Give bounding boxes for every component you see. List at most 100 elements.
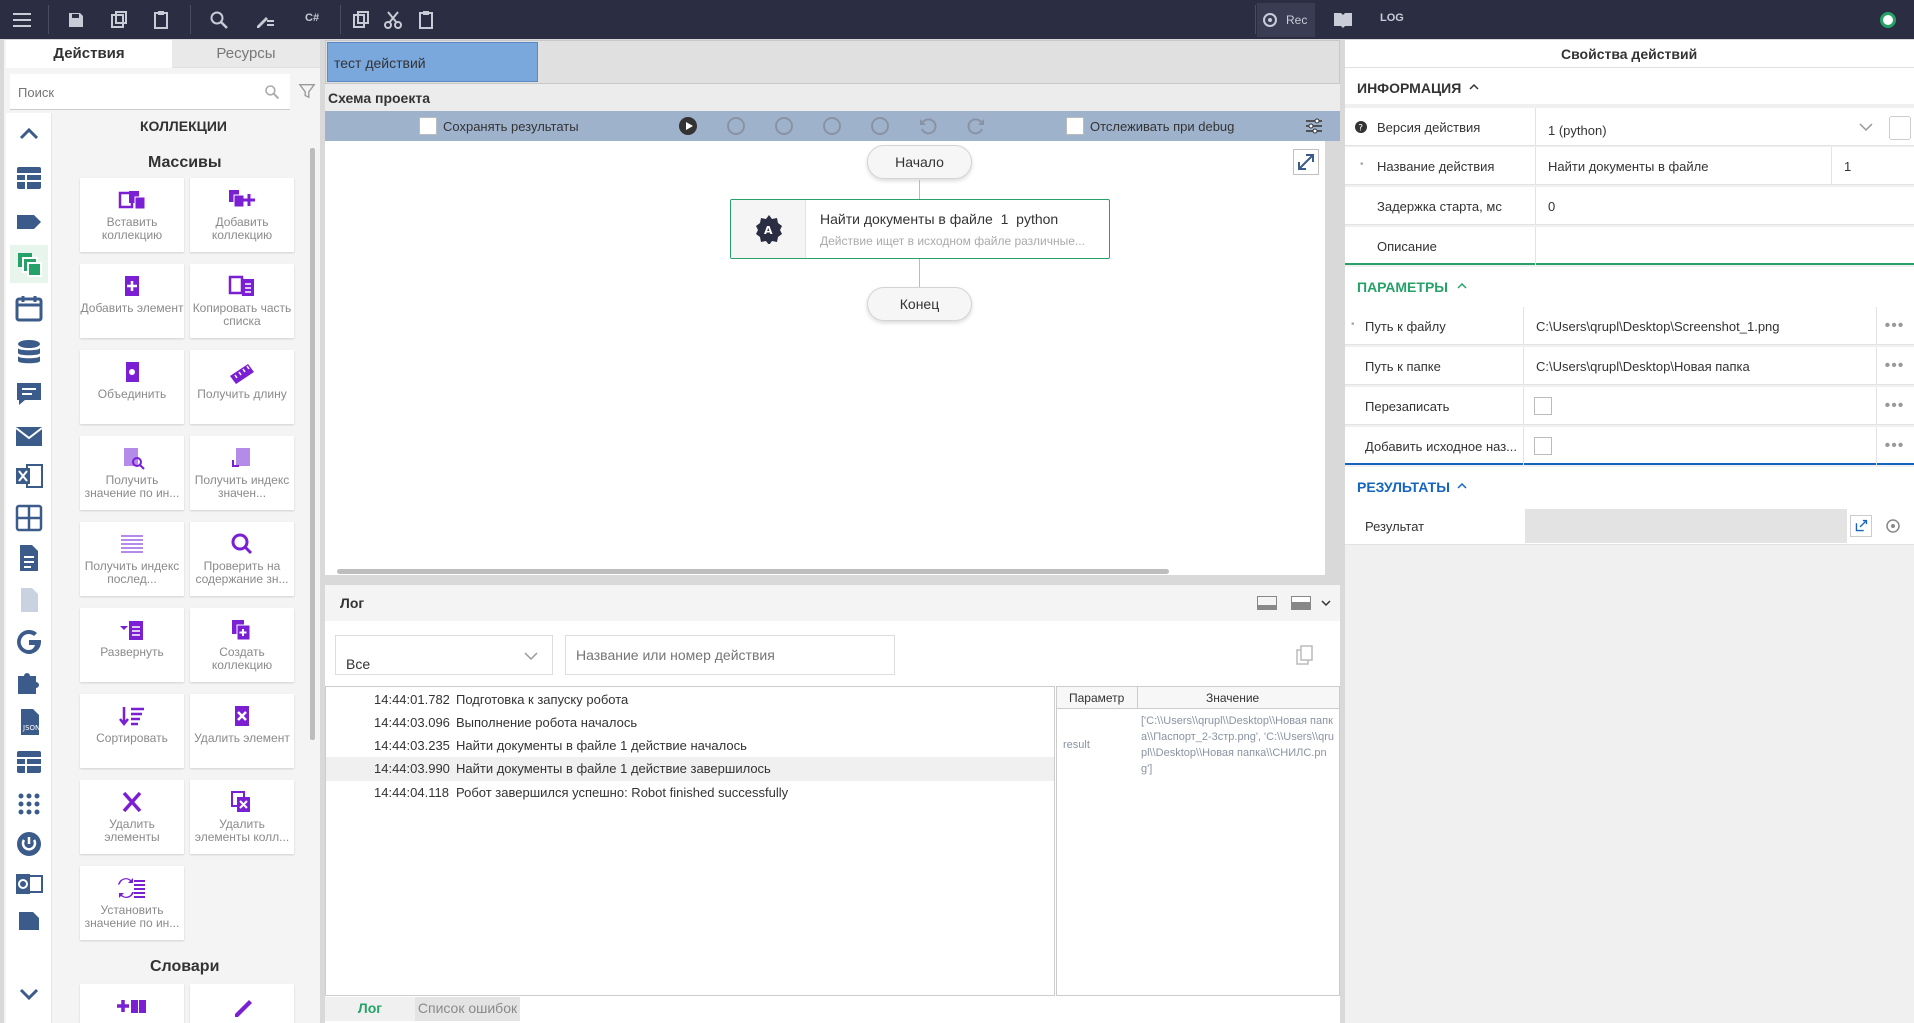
- search-input[interactable]: [18, 82, 248, 102]
- redo-icon[interactable]: [967, 117, 985, 135]
- database-category-icon[interactable]: [10, 333, 48, 371]
- action-node[interactable]: A Найти документы в файле 1 python Дейст…: [730, 199, 1110, 259]
- track-debug-checkbox[interactable]: [1066, 117, 1084, 135]
- action-set-value-by-index[interactable]: Установить значение по ин...: [80, 866, 184, 940]
- scrollbar[interactable]: [310, 148, 315, 740]
- layout-single-icon[interactable]: [1257, 596, 1277, 610]
- pause-icon[interactable]: [727, 117, 745, 135]
- more-icon[interactable]: •••: [1876, 307, 1912, 345]
- overwrite-checkbox[interactable]: [1534, 397, 1552, 415]
- google-category-icon[interactable]: [10, 623, 48, 661]
- minus-icon[interactable]: [823, 117, 841, 135]
- results-section-header[interactable]: РЕЗУЛЬТАТЫ: [1357, 479, 1450, 495]
- outlook-category-icon[interactable]: [10, 865, 48, 903]
- result-open-icon[interactable]: [1850, 515, 1872, 537]
- info-section-header[interactable]: ИНФОРМАЦИЯ: [1357, 80, 1461, 96]
- play-icon[interactable]: [679, 117, 697, 135]
- message-category-icon[interactable]: [10, 375, 48, 413]
- calendar-category-icon[interactable]: [10, 289, 48, 327]
- save-as-icon[interactable]: [106, 7, 132, 33]
- folder-path-input[interactable]: C:\Users\qrupl\Desktop\Новая папка: [1523, 347, 1876, 385]
- copy-icon[interactable]: [348, 7, 374, 33]
- chevron-down-icon[interactable]: [10, 975, 48, 1013]
- undo-icon[interactable]: [919, 117, 937, 135]
- start-node[interactable]: Начало: [867, 145, 972, 179]
- description-input[interactable]: [1535, 227, 1914, 265]
- search-icon[interactable]: [264, 84, 280, 100]
- action-dict-edit[interactable]: [190, 984, 294, 1023]
- more-icon[interactable]: •••: [1876, 347, 1912, 385]
- expand-icon[interactable]: [1293, 149, 1319, 175]
- action-check-contains[interactable]: Проверить на содержание зн...: [190, 522, 294, 596]
- action-delete-elements[interactable]: Удалить элементы: [80, 780, 184, 854]
- action-dict-add[interactable]: [80, 984, 184, 1023]
- clipboard-icon[interactable]: [148, 7, 174, 33]
- dots-category-icon[interactable]: [10, 785, 48, 823]
- table-category-icon[interactable]: [10, 159, 48, 197]
- action-get-index-of-value[interactable]: Получить индекс значен...: [190, 436, 294, 510]
- log-button[interactable]: LOG: [1380, 12, 1404, 24]
- action-insert-collection[interactable]: Вставить коллекцию: [80, 178, 184, 252]
- save-results-checkbox[interactable]: [419, 117, 437, 135]
- copy-log-icon[interactable]: [1296, 645, 1314, 665]
- mail-category-icon[interactable]: [10, 417, 48, 455]
- action-merge[interactable]: Объединить: [80, 350, 184, 424]
- more-icon[interactable]: •••: [1876, 427, 1912, 465]
- action-add-collection[interactable]: Добавить коллекцию: [190, 178, 294, 252]
- action-create-collection[interactable]: Создать коллекцию: [190, 608, 294, 682]
- record-button[interactable]: Rec: [1257, 3, 1315, 37]
- tab-actions[interactable]: Действия: [6, 40, 172, 68]
- stop-icon[interactable]: [775, 117, 793, 135]
- action-sort[interactable]: Сортировать: [80, 694, 184, 768]
- help-icon[interactable]: ?: [1355, 121, 1367, 133]
- action-get-length[interactable]: Получить длину: [190, 350, 294, 424]
- paste-icon[interactable]: [413, 7, 439, 33]
- end-node[interactable]: Конец: [867, 287, 972, 321]
- chevron-up-icon[interactable]: [1457, 282, 1467, 290]
- tab-project[interactable]: тест действий: [327, 42, 538, 82]
- chevron-down-icon[interactable]: [1321, 598, 1331, 608]
- chevron-up-icon[interactable]: [1469, 83, 1479, 91]
- schema-canvas[interactable]: Начало A Найти документы в файле 1 pytho…: [325, 141, 1325, 575]
- horizontal-scrollbar[interactable]: [337, 569, 1169, 574]
- delay-input[interactable]: 0: [1535, 187, 1914, 225]
- save-icon[interactable]: [63, 7, 89, 33]
- more-icon[interactable]: •••: [1876, 387, 1912, 425]
- cut-icon[interactable]: [380, 7, 406, 33]
- filter-icon[interactable]: [298, 82, 316, 100]
- json-category-icon[interactable]: JSON: [10, 703, 48, 741]
- log-row-selected[interactable]: 14:44:03.990 Найти документы в файле 1 де…: [326, 757, 1054, 781]
- action-get-value-by-index[interactable]: Получить значение по ин...: [80, 436, 184, 510]
- chevron-up-icon[interactable]: [1457, 482, 1467, 490]
- name-input[interactable]: Найти документы в файле: [1535, 147, 1831, 185]
- version-link-icon[interactable]: [1889, 116, 1911, 140]
- settings-sliders-icon[interactable]: [1305, 117, 1323, 135]
- version-select[interactable]: 1 (python): [1535, 108, 1887, 146]
- excel-category-icon[interactable]: [10, 457, 48, 495]
- tab-resources[interactable]: Ресурсы: [172, 40, 320, 68]
- target-icon[interactable]: [1885, 518, 1901, 534]
- action-delete-element[interactable]: Удалить элемент: [190, 694, 294, 768]
- tab-error-list[interactable]: Список ошибок: [415, 997, 520, 1021]
- add-name-checkbox[interactable]: [1534, 437, 1552, 455]
- disable-icon[interactable]: [871, 117, 889, 135]
- tab-log[interactable]: Лог: [325, 997, 415, 1021]
- action-delete-collection-elements[interactable]: Удалить элементы колл...: [190, 780, 294, 854]
- file-category-icon[interactable]: [10, 581, 48, 619]
- sheet-category-icon[interactable]: [10, 903, 48, 941]
- collections-category-icon[interactable]: [10, 245, 48, 283]
- tag-category-icon[interactable]: [10, 203, 48, 241]
- menu-icon[interactable]: [9, 7, 35, 33]
- book-icon[interactable]: [1330, 7, 1356, 33]
- document-category-icon[interactable]: [10, 539, 48, 577]
- action-copy-part[interactable]: Копировать часть списка: [190, 264, 294, 338]
- layout-category-icon[interactable]: [10, 499, 48, 537]
- power-category-icon[interactable]: [10, 825, 48, 863]
- log-search-input[interactable]: [565, 635, 895, 675]
- layout-split-icon[interactable]: [1291, 596, 1311, 610]
- params-section-header[interactable]: ПАРАМЕТРЫ: [1357, 279, 1448, 295]
- search-icon[interactable]: [206, 7, 232, 33]
- file-path-input[interactable]: C:\Users\qrupl\Desktop\Screenshot_1.png: [1523, 307, 1876, 345]
- chevron-up-icon[interactable]: [10, 115, 48, 153]
- action-add-element[interactable]: Добавить элемент: [80, 264, 184, 338]
